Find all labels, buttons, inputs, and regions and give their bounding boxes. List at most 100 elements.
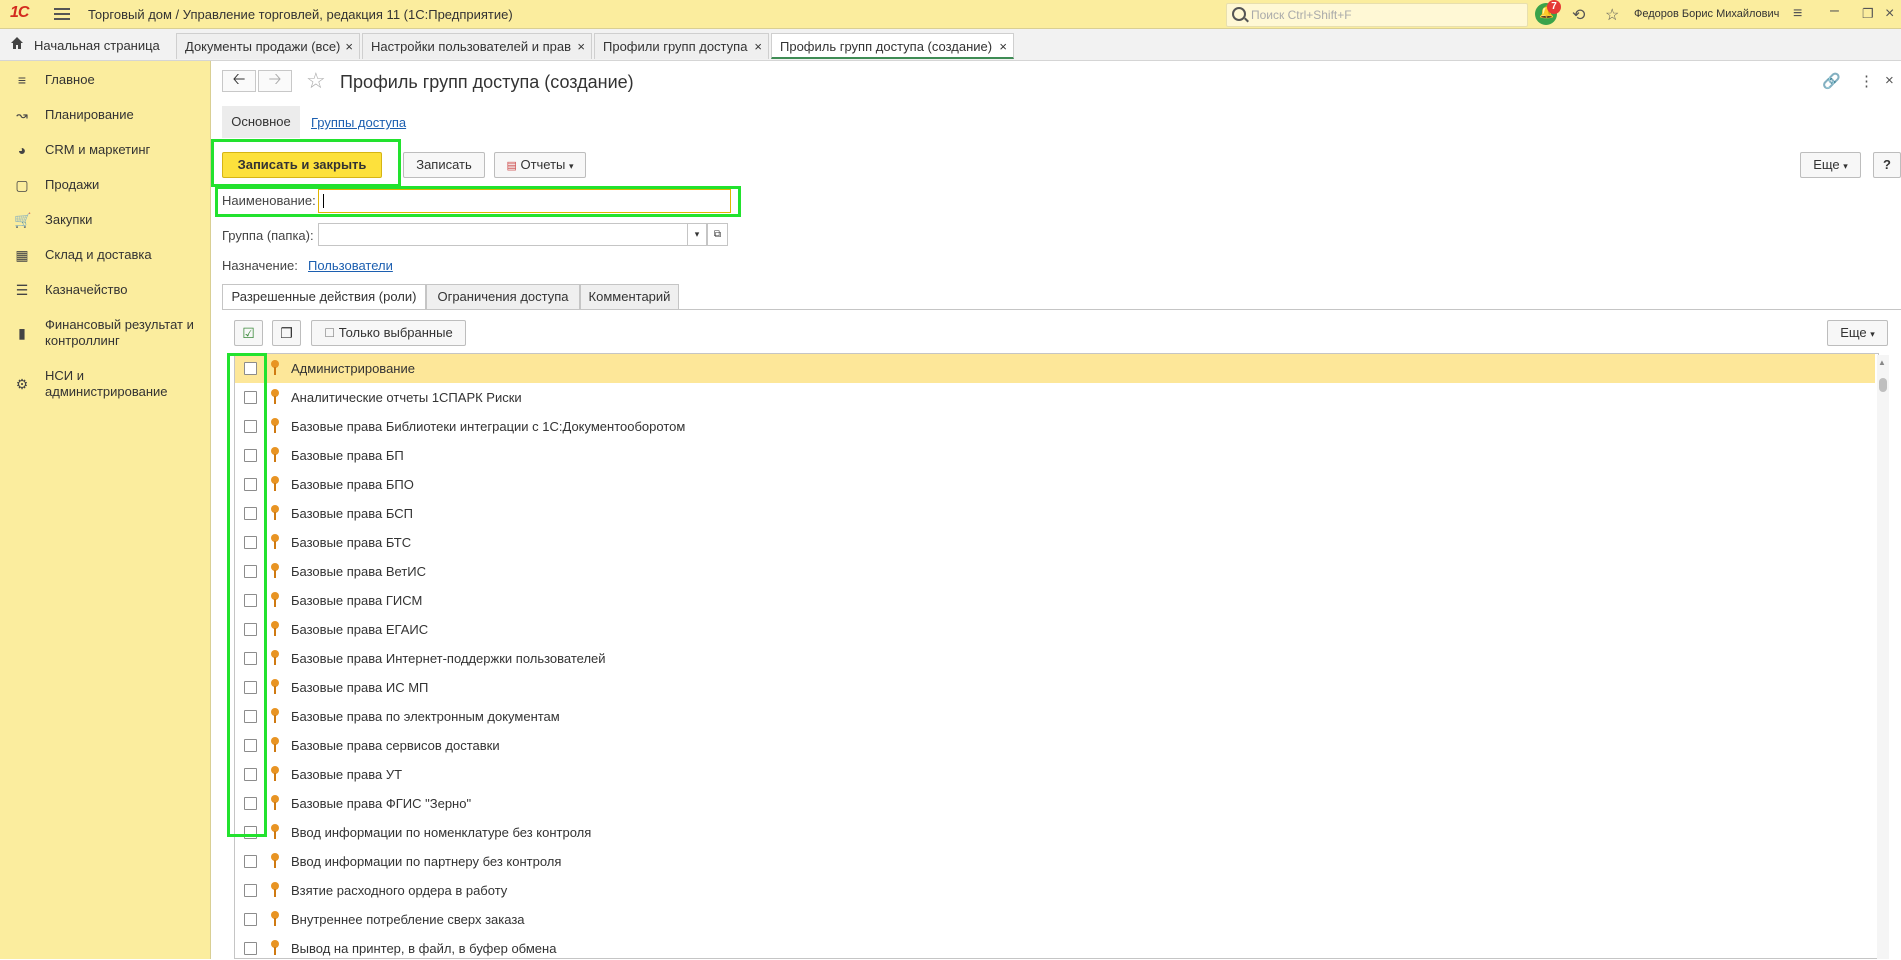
link-icon[interactable]: 🔗 [1822,72,1841,90]
logo-1c: 1С [10,4,29,21]
subtab-main[interactable]: Основное [222,106,300,138]
restore-icon[interactable]: ❐ [1862,6,1874,22]
table-row[interactable]: Базовые права по электронным документам [235,702,1875,731]
table-row[interactable]: Базовые права Библиотеки интеграции с 1С… [235,412,1875,441]
check-all-button[interactable]: ☑ [234,320,263,346]
pie-chart-icon: ◕ [17,142,27,158]
tab-allowed-actions[interactable]: Разрешенные действия (роли) [222,284,426,310]
check-all-icon: ☑ [242,325,255,341]
role-label: Базовые права УТ [291,767,403,782]
table-row[interactable]: Базовые права ФГИС "Зерно" [235,789,1875,818]
save-button[interactable]: Записать [403,152,485,178]
role-checkbox[interactable] [244,884,257,897]
minimize-icon[interactable]: – [1830,2,1839,20]
table-row[interactable]: Базовые права сервисов доставки [235,731,1875,760]
close-window-icon[interactable]: × [1885,5,1894,23]
table-row[interactable]: Базовые права УТ [235,760,1875,789]
purpose-link[interactable]: Пользователи [308,258,393,273]
role-checkbox[interactable] [244,913,257,926]
close-form-icon[interactable]: × [1885,72,1894,89]
warehouse-icon: ▦ [15,247,29,263]
subtab-access-groups[interactable]: Группы доступа [311,115,406,130]
tab-user-settings[interactable]: Настройки пользователей и прав × [362,33,592,59]
group-open-button[interactable]: ⧉ [707,223,728,246]
chevron-down-icon: ▾ [569,161,574,171]
key-icon [271,418,279,434]
table-row[interactable]: Базовые права ИС МП [235,673,1875,702]
key-icon [271,911,279,927]
tab-home[interactable]: Начальная страница [0,33,176,59]
sidebar-item-label: Казначейство [45,282,128,297]
role-label: Ввод информации по партнеру без контроля [291,854,562,869]
vertical-scrollbar[interactable] [1877,355,1889,959]
table-row[interactable]: Ввод информации по номенклатуре без конт… [235,818,1875,847]
table-row[interactable]: Базовые права ВетИС [235,557,1875,586]
home-icon [11,37,23,49]
favorites-star-icon[interactable]: ☆ [1605,5,1619,25]
main-menu-icon[interactable] [54,8,70,20]
highlight-checkbox-column [227,353,267,837]
reports-button[interactable]: ▤ Отчеты ▾ [494,152,586,178]
more-button[interactable]: Еще ▾ [1800,152,1861,178]
planning-icon: ↝ [16,107,28,123]
table-row[interactable]: Администрирование [235,354,1875,383]
back-button[interactable]: 🡠 [222,70,256,92]
table-row[interactable]: Базовые права Интернет-поддержки пользов… [235,644,1875,673]
favorite-star-icon[interactable]: ☆ [306,68,326,94]
help-button[interactable]: ? [1873,152,1901,178]
tab-access-restrictions[interactable]: Ограничения доступа [426,284,580,310]
close-tab-icon[interactable]: × [577,34,585,59]
bar-chart-icon: ▮ [18,325,26,341]
table-row[interactable]: Базовые права ЕГАИС [235,615,1875,644]
close-tab-icon[interactable]: × [999,34,1007,57]
tab-access-profiles[interactable]: Профили групп доступа × [594,33,769,59]
more-vertical-icon[interactable]: ⋮ [1859,72,1874,90]
chevron-down-icon: ▾ [1870,329,1875,339]
table-row[interactable]: Базовые права ГИСМ [235,586,1875,615]
scrollbar-thumb[interactable] [1879,378,1887,392]
reports-label: Отчеты [520,157,566,172]
settings-menu-icon[interactable]: ≡ [1793,5,1802,23]
sidebar-item-label: Финансовый результат и контроллинг [45,317,194,348]
history-icon[interactable]: ⟲ [1572,5,1585,25]
search-input[interactable]: Поиск Ctrl+Shift+F [1226,3,1528,27]
only-selected-button[interactable]: ☐ Только выбранные [311,320,466,346]
table-row[interactable]: Внутреннее потребление сверх заказа [235,905,1875,934]
table-row[interactable]: Базовые права БСП [235,499,1875,528]
key-icon [271,650,279,666]
role-checkbox[interactable] [244,855,257,868]
table-row[interactable]: Базовые права БТС [235,528,1875,557]
table-row[interactable]: Ввод информации по партнеру без контроля [235,847,1875,876]
text-cursor [323,194,324,208]
uncheck-all-button[interactable]: ❐ [272,320,301,346]
tab-comment[interactable]: Комментарий [580,284,679,310]
close-tab-icon[interactable]: × [754,34,762,59]
roles-more-label: Еще [1840,325,1867,340]
role-checkbox[interactable] [244,942,257,955]
chevron-down-icon: ▾ [1843,161,1848,171]
close-tab-icon[interactable]: × [345,34,353,59]
table-row[interactable]: Аналитические отчеты 1СПАРК Риски [235,383,1875,412]
page-title: Профиль групп доступа (создание) [340,72,634,92]
only-selected-label: Только выбранные [338,325,453,340]
group-dropdown-button[interactable]: ▾ [687,223,707,246]
key-icon [271,563,279,579]
tab-access-profile-create[interactable]: Профиль групп доступа (создание) × [771,33,1014,59]
forward-button[interactable]: 🡢 [258,70,292,92]
save-and-close-button[interactable]: Записать и закрыть [222,152,382,178]
checkbox-icon: ☐ [324,326,336,340]
tab-sales-documents[interactable]: Документы продажи (все) × [176,33,360,59]
table-row[interactable]: Базовые права БП [235,441,1875,470]
name-input[interactable] [318,189,731,213]
sidebar-item-label: Главное [45,72,95,87]
group-label: Группа (папка): [222,228,314,243]
scroll-up-icon[interactable]: ▲ [1878,358,1886,367]
roles-more-button[interactable]: Еще ▾ [1827,320,1888,346]
table-row[interactable]: Вывод на принтер, в файл, в буфер обмена [235,934,1875,958]
tab-label: Документы продажи (все) [185,39,341,54]
key-icon [271,447,279,463]
table-row[interactable]: Взятие расходного ордера в работу [235,876,1875,905]
group-input[interactable] [318,223,688,246]
user-name[interactable]: Федоров Борис Михайлович [1634,8,1779,20]
table-row[interactable]: Базовые права БПО [235,470,1875,499]
